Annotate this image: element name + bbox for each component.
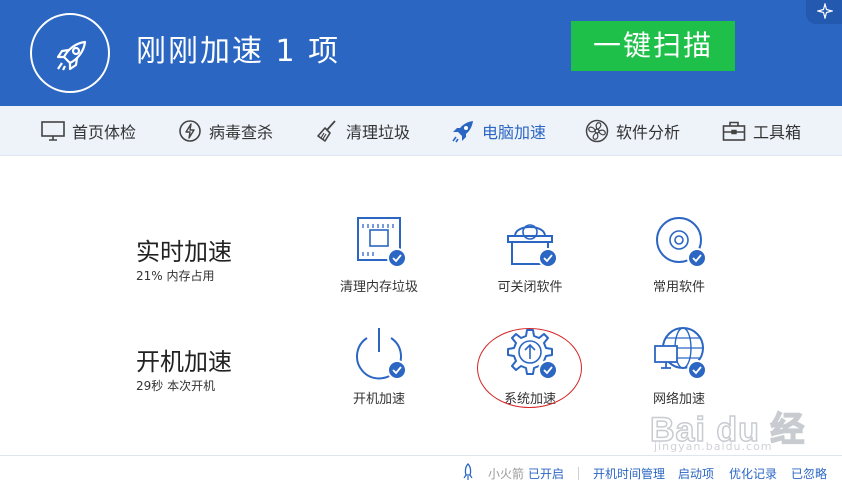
- boot-speedup-title: 开机加速: [136, 348, 232, 376]
- page-title: 刚刚加速 1 项: [136, 34, 341, 69]
- footer-bar: 小火箭 已开启 开机时间管理 启动项 优化记录 已忽略: [0, 455, 842, 489]
- tab-label: 电脑加速: [482, 123, 547, 142]
- tab-label: 首页体检: [72, 123, 137, 142]
- tab-clean-junk[interactable]: 清理垃圾: [314, 106, 410, 156]
- ignored-link[interactable]: 已忽略: [791, 465, 827, 482]
- globe-monitor-icon: [649, 326, 709, 382]
- one-click-scan-button[interactable]: 一键扫描: [571, 21, 735, 71]
- checkmark-icon: [387, 360, 407, 380]
- mini-rocket-status-link[interactable]: 已开启: [528, 465, 564, 482]
- tile-system-speedup[interactable]: 系统加速: [475, 326, 585, 416]
- optimize-history-link[interactable]: 优化记录: [729, 465, 777, 482]
- tile-label: 清理内存垃圾: [339, 280, 418, 295]
- tile-label: 系统加速: [503, 392, 556, 407]
- tile-label: 可关闭软件: [497, 280, 563, 295]
- tile-network-speedup[interactable]: 网络加速: [624, 326, 734, 416]
- monitor-icon: [40, 118, 66, 144]
- gear-arrow-icon: [500, 326, 560, 382]
- checkmark-icon: [387, 248, 407, 268]
- checkmark-icon: [538, 360, 558, 380]
- watermark-url-text: jingyan.baidu.com: [654, 440, 773, 453]
- tile-label: 网络加速: [652, 392, 705, 407]
- tab-label: 工具箱: [753, 123, 802, 142]
- realtime-speedup-title: 实时加速: [136, 238, 232, 266]
- checkmark-icon: [687, 248, 707, 268]
- fan-icon: [584, 118, 610, 144]
- tab-pc-speedup[interactable]: 电脑加速: [450, 106, 546, 156]
- boot-time-text: 29秒 本次开机: [136, 379, 216, 393]
- tile-clean-memory[interactable]: 清理内存垃圾: [324, 214, 434, 304]
- tile-label: 开机加速: [352, 392, 405, 407]
- tile-closable-software[interactable]: 可关闭软件: [475, 214, 585, 304]
- tile-boot-speedup[interactable]: 开机加速: [324, 326, 434, 416]
- tab-software-analysis[interactable]: 软件分析: [584, 106, 680, 156]
- footer-divider: [578, 467, 579, 480]
- rocket-logo: [30, 13, 110, 93]
- checkmark-icon: [687, 360, 707, 380]
- header-bar: 刚刚加速 1 项 一键扫描: [0, 0, 842, 106]
- boot-time-manage-link[interactable]: 开机时间管理: [593, 465, 665, 482]
- tab-toolbox[interactable]: 工具箱: [721, 106, 801, 156]
- sparkle-icon: [817, 3, 833, 19]
- toolbox-icon: [721, 118, 747, 144]
- power-icon: [349, 326, 409, 382]
- software-box-icon: [500, 214, 560, 270]
- tile-common-software[interactable]: 常用软件: [624, 214, 734, 304]
- rocket-icon: [461, 463, 475, 485]
- rocket-icon: [56, 40, 87, 71]
- tile-label: 常用软件: [652, 280, 705, 295]
- tab-label: 清理垃圾: [346, 123, 411, 142]
- tab-label: 软件分析: [616, 123, 681, 142]
- checkmark-icon: [538, 248, 558, 268]
- lightning-shield-icon: [177, 118, 203, 144]
- disc-icon: [649, 214, 709, 270]
- tab-virus-scan[interactable]: 病毒查杀: [177, 106, 273, 156]
- memory-usage-text: 21% 内存占用: [136, 269, 215, 283]
- rocket-icon: [450, 118, 476, 144]
- startup-items-link[interactable]: 启动项: [678, 465, 714, 482]
- tab-label: 病毒查杀: [209, 123, 274, 142]
- memory-chip-icon: [349, 214, 409, 270]
- tab-home-checkup[interactable]: 首页体检: [40, 106, 136, 156]
- main-nav: 首页体检 病毒查杀 清理垃圾 电脑加速 软件分析 工具箱: [0, 106, 842, 156]
- broom-icon: [314, 118, 340, 144]
- skin-button[interactable]: [806, 0, 842, 24]
- mini-rocket-label: 小火箭: [488, 467, 525, 481]
